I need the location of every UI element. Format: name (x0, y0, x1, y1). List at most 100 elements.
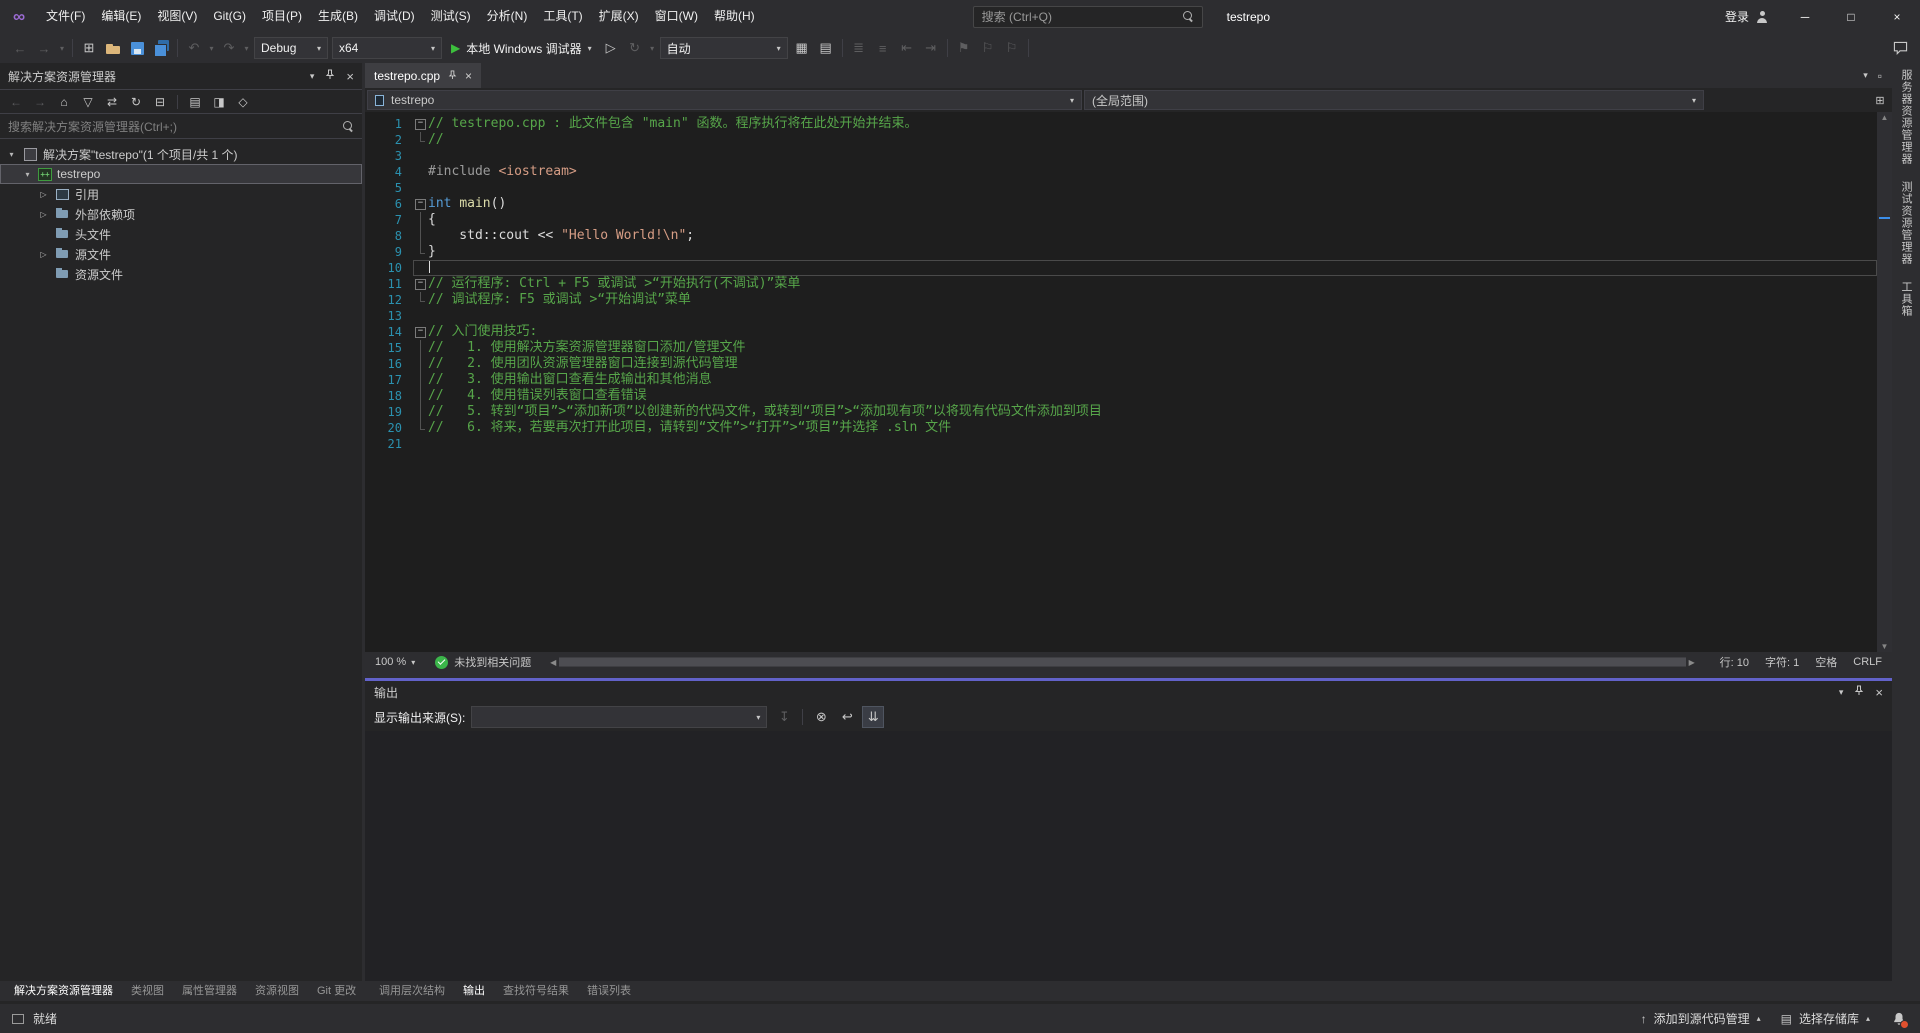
line-ending-indicator[interactable]: CRLF (1853, 656, 1882, 668)
send-feedback-icon[interactable] (1888, 36, 1912, 60)
menu-item[interactable]: Git(G) (205, 0, 254, 33)
open-file-icon[interactable] (101, 36, 125, 60)
solution-search-input[interactable]: 搜索解决方案资源管理器(Ctrl+;) (0, 114, 362, 139)
code-line[interactable]: 3 (365, 148, 1877, 164)
scroll-down-icon[interactable]: ▼ (1877, 642, 1892, 651)
spaces-indicator[interactable]: 空格 (1815, 654, 1837, 670)
menu-item[interactable]: 扩展(X) (591, 0, 647, 33)
tree-item[interactable]: 头文件 (0, 224, 362, 244)
menu-item[interactable]: 调试(D) (366, 0, 423, 33)
tree-item[interactable]: ▾解决方案"testrepo"(1 个项目/共 1 个) (0, 144, 362, 164)
tree-expander-icon[interactable]: ▾ (6, 150, 17, 159)
preview-code-icon[interactable]: ◨ (209, 92, 229, 112)
solution-explorer-header[interactable]: 解决方案资源管理器 ▾ × (0, 63, 362, 89)
collapsed-tool-window-tab[interactable]: 测试资源管理器 (1898, 181, 1914, 265)
document-health-indicator[interactable]: 未找到相关问题 (425, 654, 541, 670)
code-line[interactable]: 15// 1. 使用解决方案资源管理器窗口添加/管理文件 (365, 340, 1877, 356)
collapse-all-icon[interactable]: ⊟ (150, 92, 170, 112)
code-line[interactable]: 9} (365, 244, 1877, 260)
code-line[interactable]: 16// 2. 使用团队资源管理器窗口连接到源代码管理 (365, 356, 1877, 372)
code-line[interactable]: 2// (365, 132, 1877, 148)
code-line[interactable]: 8 std::cout << "Hello World!\n"; (365, 228, 1877, 244)
tree-item[interactable]: ▷源文件 (0, 244, 362, 264)
code-line[interactable]: 10 (365, 260, 1877, 276)
code-line[interactable]: 17// 3. 使用输出窗口查看生成输出和其他消息 (365, 372, 1877, 388)
tree-item[interactable]: 资源文件 (0, 264, 362, 284)
collapsed-tool-window-tab[interactable]: 服务器资源管理器 (1898, 69, 1914, 165)
zoom-dropdown[interactable]: 100 % ▾ (365, 652, 425, 672)
code-line[interactable]: 1// testrepo.cpp : 此文件包含 "main" 函数。程序执行将… (365, 116, 1877, 132)
minimize-button[interactable]: ─ (1782, 0, 1828, 33)
code-line[interactable]: 5 (365, 180, 1877, 196)
menu-item[interactable]: 分析(N) (479, 0, 536, 33)
tree-expander-icon[interactable]: ▷ (38, 210, 49, 219)
line-indicator[interactable]: 行: 10 (1720, 654, 1749, 670)
code-line[interactable]: 7{ (365, 212, 1877, 228)
start-without-debugging-icon[interactable]: ▷ (599, 36, 623, 60)
pin-icon[interactable] (325, 69, 335, 83)
tool-window-tab[interactable]: 调用层次结构 (370, 981, 454, 1001)
code-list-icon[interactable]: ▤ (814, 36, 838, 60)
close-panel-icon[interactable]: × (1875, 685, 1883, 700)
profiler-grid-icon[interactable]: ▦ (790, 36, 814, 60)
properties-icon[interactable]: ◇ (233, 92, 253, 112)
scroll-left-icon[interactable]: ◀ (547, 658, 559, 667)
tool-window-tab[interactable]: 查找符号结果 (494, 981, 578, 1001)
output-source-dropdown[interactable]: ▾ (471, 706, 767, 728)
fold-marker[interactable] (413, 324, 428, 340)
autoscroll-icon[interactable]: ⇊ (862, 706, 884, 728)
background-tasks-icon[interactable] (12, 1014, 24, 1024)
fold-marker[interactable] (413, 276, 428, 292)
tool-window-tab[interactable]: 属性管理器 (173, 981, 246, 1001)
select-repository-button[interactable]: ▤ 选择存储库 ▴ (1781, 1010, 1870, 1027)
menu-item[interactable]: 测试(S) (423, 0, 479, 33)
open-documents-dropdown-icon[interactable]: ▾ (1863, 70, 1868, 81)
menu-item[interactable]: 帮助(H) (706, 0, 763, 33)
add-to-source-control-button[interactable]: ↑ 添加到源代码管理 ▴ (1641, 1010, 1761, 1027)
code-line[interactable]: 6int main() (365, 196, 1877, 212)
tree-item[interactable]: ▷外部依赖项 (0, 204, 362, 224)
output-content[interactable] (365, 731, 1892, 981)
collapsed-tool-window-tab[interactable]: 工具箱 (1898, 281, 1914, 317)
split-window-icon[interactable]: ⊞ (1870, 94, 1890, 107)
menu-item[interactable]: 项目(P) (254, 0, 310, 33)
solution-configuration-combo[interactable]: Debug▾ (254, 37, 328, 59)
quick-launch-search[interactable]: 搜索 (Ctrl+Q) (973, 6, 1203, 28)
word-wrap-icon[interactable]: ↩ (836, 706, 858, 728)
horizontal-scroll-track[interactable] (559, 657, 1685, 667)
tool-window-tab[interactable]: 资源视图 (246, 981, 308, 1001)
horizontal-scroll-thumb[interactable] (559, 658, 1685, 666)
tool-window-tab[interactable]: Git 更改 (308, 981, 365, 1001)
save-icon[interactable] (125, 36, 149, 60)
scroll-right-icon[interactable]: ▶ (1686, 658, 1698, 667)
document-tab[interactable]: testrepo.cpp × (365, 63, 481, 88)
output-header[interactable]: 输出 ▾ × (365, 681, 1892, 703)
menu-item[interactable]: 生成(B) (310, 0, 366, 33)
clear-all-icon[interactable]: ⊗ (810, 706, 832, 728)
code-editor[interactable]: 1// testrepo.cpp : 此文件包含 "main" 函数。程序执行将… (365, 112, 1892, 652)
code-line[interactable]: 18// 4. 使用错误列表窗口查看错误 (365, 388, 1877, 404)
solution-platform-combo[interactable]: x64▾ (332, 37, 442, 59)
menu-item[interactable]: 工具(T) (535, 0, 590, 33)
code-line[interactable]: 19// 5. 转到“项目”>“添加新项”以创建新的代码文件，或转到“项目”>“… (365, 404, 1877, 420)
refresh-icon[interactable]: ↻ (126, 92, 146, 112)
home-icon[interactable]: ⌂ (54, 92, 74, 112)
code-line[interactable]: 12// 调试程序: F5 或调试 >“开始调试”菜单 (365, 292, 1877, 308)
project-scope-dropdown[interactable]: testrepo ▾ (367, 90, 1082, 110)
tool-window-tab[interactable]: 类视图 (122, 981, 173, 1001)
menu-item[interactable]: 窗口(W) (647, 0, 706, 33)
code-line[interactable]: 11// 运行程序: Ctrl + F5 或调试 >“开始执行(不调试)”菜单 (365, 276, 1877, 292)
window-position-icon[interactable]: ▾ (1839, 687, 1844, 698)
horizontal-scrollbar[interactable]: ◀ ▶ (547, 657, 1697, 667)
code-line[interactable]: 4#include <iostream> (365, 164, 1877, 180)
window-position-icon[interactable]: ▾ (310, 71, 315, 82)
close-panel-icon[interactable]: × (346, 69, 354, 84)
tree-expander-icon[interactable]: ▷ (38, 190, 49, 199)
code-line[interactable]: 13 (365, 308, 1877, 324)
save-all-icon[interactable] (149, 36, 173, 60)
vertical-scrollbar[interactable]: ▲ ▼ (1877, 112, 1892, 652)
fold-marker[interactable] (413, 196, 428, 212)
float-window-icon[interactable]: ▫ (1878, 69, 1882, 83)
tool-window-tab[interactable]: 输出 (454, 981, 494, 1001)
start-debugging-button[interactable]: ▶本地 Windows 调试器▾ (444, 36, 599, 60)
